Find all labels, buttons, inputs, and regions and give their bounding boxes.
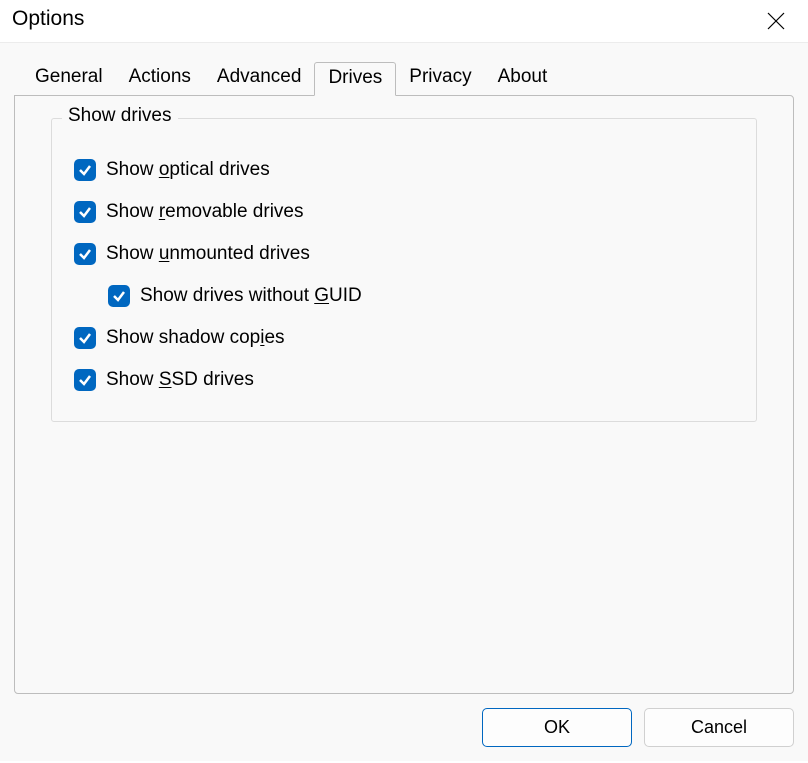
checkbox-show-shadow-copies[interactable]: Show shadow copies — [74, 327, 734, 349]
checkbox-label: Show removable drives — [106, 201, 303, 223]
checkbox-show-unmounted[interactable]: Show unmounted drives — [74, 243, 734, 265]
checkmark-icon — [108, 285, 130, 307]
tab-panel-drives: Show drives Show optical drives Show rem… — [14, 95, 794, 694]
tab-general[interactable]: General — [22, 62, 116, 96]
checkmark-icon — [74, 369, 96, 391]
ok-button[interactable]: OK — [482, 708, 632, 747]
checkmark-icon — [74, 201, 96, 223]
close-icon[interactable] — [758, 7, 794, 38]
tab-advanced[interactable]: Advanced — [204, 62, 315, 96]
tab-privacy[interactable]: Privacy — [396, 62, 484, 96]
checkbox-show-drives-without-guid[interactable]: Show drives without GUID — [108, 285, 734, 307]
checkbox-show-ssd-drives[interactable]: Show SSD drives — [74, 369, 734, 391]
checkbox-show-optical[interactable]: Show optical drives — [74, 159, 734, 181]
tab-about[interactable]: About — [485, 62, 561, 96]
checkbox-label: Show optical drives — [106, 159, 270, 181]
checkmark-icon — [74, 159, 96, 181]
group-legend: Show drives — [62, 105, 178, 127]
checkbox-show-removable[interactable]: Show removable drives — [74, 201, 734, 223]
tab-actions[interactable]: Actions — [116, 62, 204, 96]
tab-drives[interactable]: Drives — [314, 62, 396, 96]
window-title: Options — [12, 7, 84, 31]
checkmark-icon — [74, 243, 96, 265]
cancel-button[interactable]: Cancel — [644, 708, 794, 747]
checkbox-label: Show SSD drives — [106, 369, 254, 391]
checkmark-icon — [74, 327, 96, 349]
checkbox-label: Show drives without GUID — [140, 285, 362, 307]
group-show-drives: Show drives Show optical drives Show rem… — [51, 118, 757, 422]
checkbox-label: Show unmounted drives — [106, 243, 310, 265]
checkbox-label: Show shadow copies — [106, 327, 285, 349]
tab-bar: General Actions Advanced Drives Privacy … — [14, 61, 794, 95]
